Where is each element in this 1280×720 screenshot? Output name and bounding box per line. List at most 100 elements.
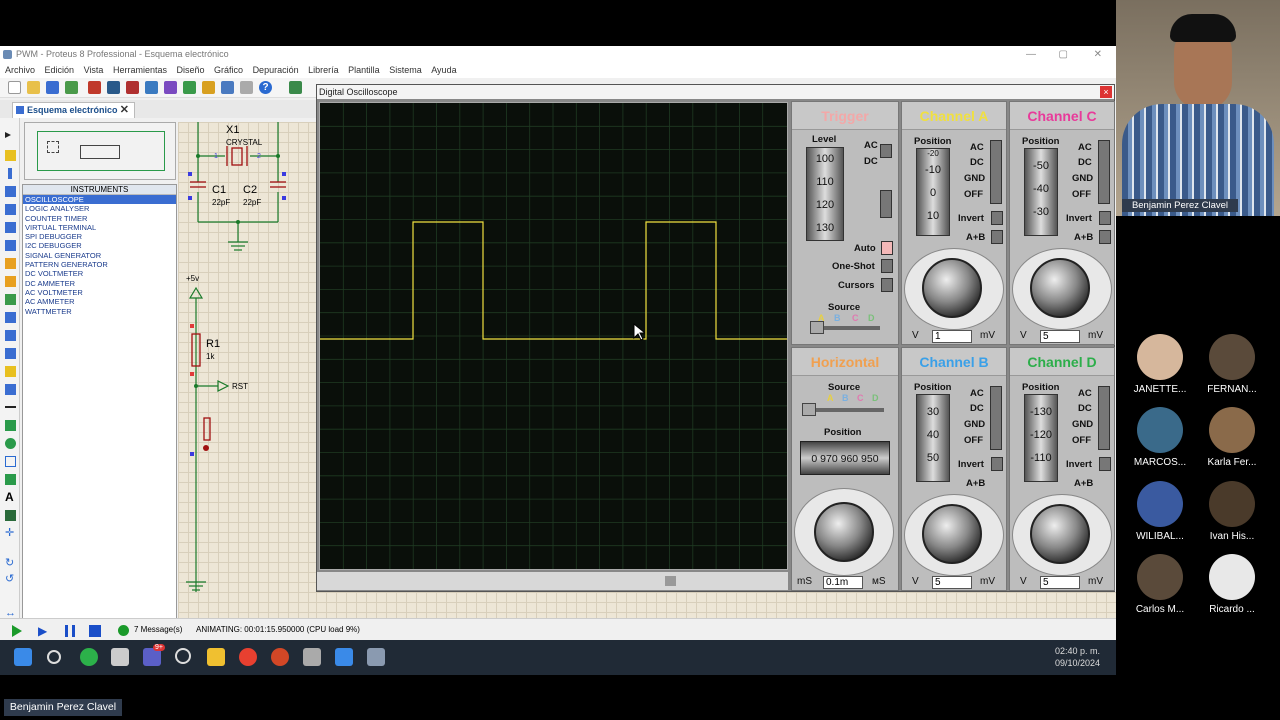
- participant-tile[interactable]: Ivan His...: [1187, 481, 1277, 542]
- trigger-level-drum[interactable]: 100 110 120 130: [806, 147, 844, 241]
- play-icon[interactable]: [12, 625, 22, 637]
- start-icon[interactable]: [14, 648, 32, 666]
- marker-tool-icon[interactable]: ✛: [5, 528, 16, 539]
- horizontal-src-c[interactable]: C: [857, 393, 864, 403]
- oscilloscope-close-button[interactable]: ×: [1100, 86, 1112, 98]
- current-probe-icon[interactable]: [5, 366, 16, 377]
- horizontal-timebase-knob[interactable]: [814, 502, 874, 562]
- trigger-src-d[interactable]: D: [868, 313, 875, 323]
- arc-tool-icon[interactable]: [5, 456, 16, 467]
- pause-icon[interactable]: [65, 625, 75, 637]
- instrument-ac-ammeter[interactable]: AC AMMETER: [23, 297, 176, 306]
- channel-d-volts-value[interactable]: 5: [1040, 576, 1080, 589]
- menu-depuracion[interactable]: Depuración: [253, 65, 299, 75]
- cost-icon[interactable]: [202, 81, 215, 94]
- voltage-probe-icon[interactable]: [5, 348, 16, 359]
- messages-icon[interactable]: [118, 625, 129, 636]
- file-explorer-icon[interactable]: [207, 648, 225, 666]
- schematic-icon[interactable]: [107, 81, 120, 94]
- proteus-taskbar-icon[interactable]: [303, 648, 321, 666]
- trigger-auto-button[interactable]: [881, 241, 893, 255]
- messages-count[interactable]: 7 Message(s): [134, 619, 182, 641]
- rotate-ccw-icon[interactable]: ↺: [5, 574, 16, 585]
- trigger-acdc-switch[interactable]: [880, 144, 892, 158]
- instrument-dc-ammeter[interactable]: DC AMMETER: [23, 279, 176, 288]
- horizontal-src-b[interactable]: B: [842, 393, 849, 403]
- stop-icon[interactable]: [89, 625, 101, 637]
- channel-c-invert-button[interactable]: [1099, 211, 1111, 225]
- menu-sistema[interactable]: Sistema: [389, 65, 422, 75]
- menu-plantilla[interactable]: Plantilla: [348, 65, 380, 75]
- scope-scrollbar[interactable]: [317, 572, 788, 590]
- notes-icon[interactable]: [240, 81, 253, 94]
- selection-mode-icon[interactable]: [5, 132, 11, 138]
- close-tab-icon[interactable]: ✕: [120, 103, 129, 117]
- instrument-i2c-debugger[interactable]: I2C DEBUGGER: [23, 241, 176, 250]
- channel-b-invert-button[interactable]: [991, 457, 1003, 471]
- text-script-icon[interactable]: [5, 204, 16, 215]
- text-tool-icon[interactable]: A: [5, 491, 16, 503]
- minimize-icon[interactable]: —: [1026, 46, 1036, 63]
- files-icon[interactable]: [111, 648, 129, 666]
- instrument-spi-debugger[interactable]: SPI DEBUGGER: [23, 232, 176, 241]
- trigger-oneshot-button[interactable]: [881, 259, 893, 273]
- channel-c-apb-button[interactable]: [1099, 230, 1111, 244]
- instrument-oscilloscope[interactable]: OSCILLOSCOPE: [23, 195, 176, 205]
- bom-icon[interactable]: [183, 81, 196, 94]
- menu-libreria[interactable]: Librería: [308, 65, 339, 75]
- junction-icon[interactable]: [8, 168, 12, 179]
- horizontal-timebase-value[interactable]: 0.1m: [823, 576, 863, 589]
- channel-b-volts-knob[interactable]: [922, 504, 982, 564]
- maximize-icon[interactable]: ▢: [1059, 46, 1068, 63]
- channel-c-position-drum[interactable]: -50 -40 -30: [1024, 148, 1058, 236]
- channel-c-coupling-switch[interactable]: [1098, 140, 1110, 204]
- instrument-virtual-terminal[interactable]: VIRTUAL TERMINAL: [23, 223, 176, 232]
- horizontal-source-slider-thumb[interactable]: [802, 403, 816, 416]
- menu-herramientas[interactable]: Herramientas: [113, 65, 167, 75]
- rotate-cw-icon[interactable]: ↻: [5, 558, 16, 569]
- instrument-logic-analyser[interactable]: LOGIC ANALYSER: [23, 204, 176, 213]
- tape-recorder-icon[interactable]: [5, 312, 16, 323]
- scope-scroll-thumb[interactable]: [665, 576, 676, 586]
- channel-a-volts-knob[interactable]: [922, 258, 982, 318]
- menu-grafico[interactable]: Gráfico: [214, 65, 243, 75]
- channel-d-invert-button[interactable]: [1099, 457, 1111, 471]
- step-icon[interactable]: ▶: [38, 625, 50, 637]
- participant-tile[interactable]: Ricardo ...: [1187, 554, 1277, 615]
- 3d-view-icon[interactable]: [145, 81, 158, 94]
- component-mode-icon[interactable]: [5, 150, 16, 161]
- powerpoint-icon[interactable]: [271, 648, 289, 666]
- help-icon[interactable]: ?: [259, 81, 272, 94]
- device-pins-icon[interactable]: [5, 276, 16, 287]
- line-tool-icon[interactable]: [5, 406, 16, 408]
- channel-b-coupling-switch[interactable]: [990, 386, 1002, 450]
- channel-d-position-drum[interactable]: -130 -120 -110: [1024, 394, 1058, 482]
- subcircuit-icon[interactable]: [5, 240, 16, 251]
- menu-ayuda[interactable]: Ayuda: [431, 65, 456, 75]
- menu-vista[interactable]: Vista: [84, 65, 104, 75]
- whatsapp-icon[interactable]: [80, 648, 98, 666]
- horizontal-src-d[interactable]: D: [872, 393, 879, 403]
- trigger-source-slider-thumb[interactable]: [810, 321, 824, 334]
- channel-a-invert-button[interactable]: [991, 211, 1003, 225]
- path-tool-icon[interactable]: [5, 474, 16, 485]
- virtual-instruments-icon[interactable]: [5, 384, 16, 395]
- scope-screen[interactable]: [319, 102, 788, 570]
- participant-tile[interactable]: Karla Fer...: [1187, 407, 1277, 468]
- box-tool-icon[interactable]: [5, 420, 16, 431]
- notepad-icon[interactable]: [335, 648, 353, 666]
- trigger-src-b[interactable]: B: [834, 313, 841, 323]
- channel-a-coupling-switch[interactable]: [990, 140, 1002, 204]
- menu-archivo[interactable]: Archivo: [5, 65, 35, 75]
- channel-c-volts-value[interactable]: 5: [1040, 330, 1080, 343]
- schematic-canvas[interactable]: X1 CRYSTAL 1 2 C1 22pF C2 22pF +5v R1 1k…: [178, 122, 316, 618]
- refresh-icon[interactable]: [289, 81, 302, 94]
- instrument-wattmeter[interactable]: WATTMETER: [23, 307, 176, 316]
- bus-icon[interactable]: [5, 222, 16, 233]
- channel-c-volts-knob[interactable]: [1030, 258, 1090, 318]
- graph-icon[interactable]: [5, 294, 16, 305]
- instrument-counter-timer[interactable]: COUNTER TIMER: [23, 214, 176, 223]
- clock-app-icon[interactable]: [175, 648, 191, 664]
- terminals-icon[interactable]: [5, 258, 16, 269]
- channel-d-volts-knob[interactable]: [1030, 504, 1090, 564]
